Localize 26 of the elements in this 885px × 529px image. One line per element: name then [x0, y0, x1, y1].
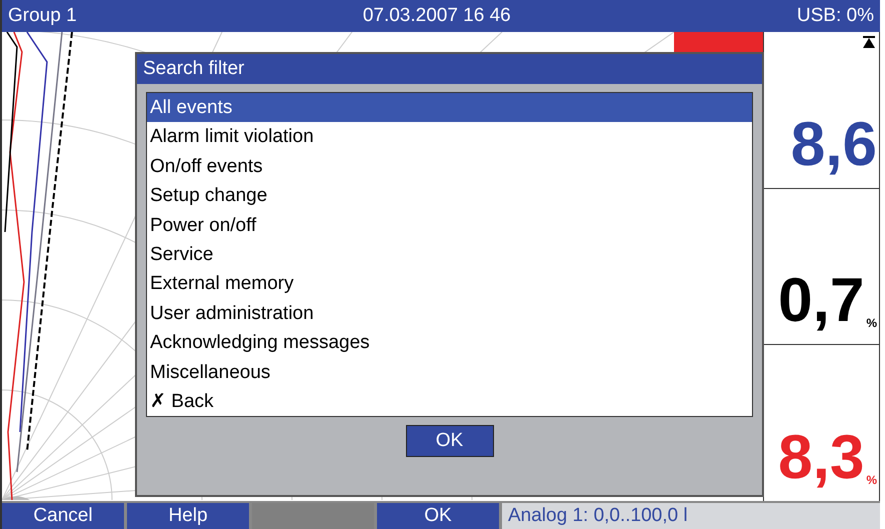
filter-item[interactable]: All events — [147, 93, 752, 122]
group-title: Group 1 — [8, 4, 77, 28]
unit-label: % — [866, 315, 877, 332]
filter-item[interactable]: Setup change — [147, 181, 752, 211]
filter-item[interactable]: External memory — [147, 269, 752, 299]
softkey[interactable]: Help — [127, 503, 249, 529]
ok-button[interactable]: OK — [406, 425, 494, 457]
measured-value: 8,6 — [790, 114, 877, 176]
softkey[interactable]: OK — [377, 503, 499, 529]
filter-item[interactable]: Alarm limit violation — [147, 122, 752, 152]
filter-item[interactable]: On/off events — [147, 152, 752, 182]
measured-value: 0,7 — [778, 270, 864, 332]
usb-status: USB: 0% — [796, 4, 874, 28]
unit-label: % — [866, 472, 877, 490]
filter-item[interactable]: Acknowledging messages — [147, 328, 752, 358]
status-text: Analog 1: 0,0..100,0 l — [502, 503, 880, 529]
filter-item[interactable]: Miscellaneous — [147, 358, 752, 387]
softkey[interactable]: Cancel — [2, 503, 124, 529]
dialog-title: Search filter — [137, 54, 762, 84]
scroll-top-icon[interactable] — [863, 36, 875, 48]
filter-item[interactable]: Service — [147, 240, 752, 270]
measured-value: 8,3 — [778, 427, 864, 490]
filter-item[interactable]: Power on/off — [147, 210, 752, 240]
date-time: 07.03.2007 16 46 — [362, 4, 511, 28]
filter-item[interactable]: ✗ Back — [147, 386, 752, 416]
filter-item[interactable]: User administration — [147, 298, 752, 328]
